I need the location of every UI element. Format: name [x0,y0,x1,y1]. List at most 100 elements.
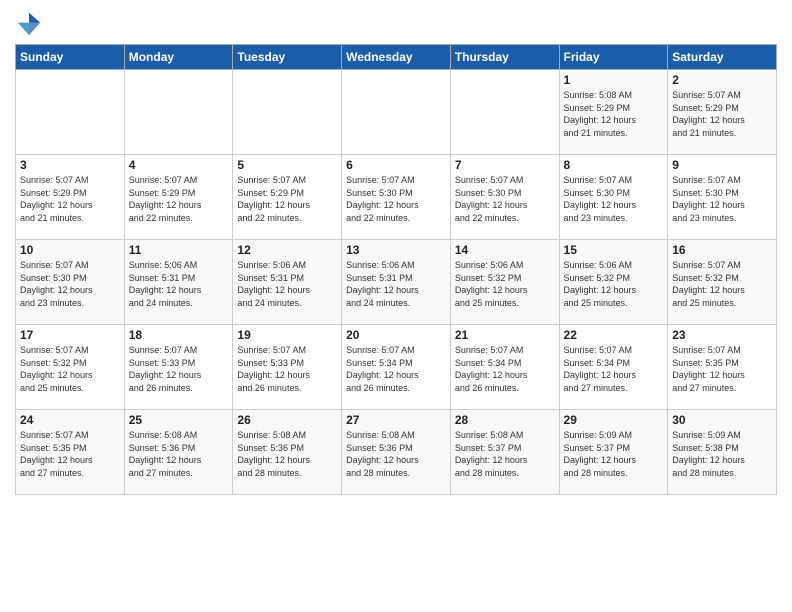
day-number: 4 [129,158,229,172]
day-info: Sunrise: 5:08 AM Sunset: 5:29 PM Dayligh… [564,89,664,139]
week-row-5: 24 Sunrise: 5:07 AM Sunset: 5:35 PM Dayli… [16,410,777,495]
day-cell: 27Sunrise: 5:08 AM Sunset: 5:36 PM Dayli… [342,410,451,495]
day-number: 13 [346,243,446,257]
logo [15,10,47,38]
week-row-1: 1Sunrise: 5:08 AM Sunset: 5:29 PM Daylig… [16,70,777,155]
day-number: 28 [455,413,555,427]
day-info: Sunrise: 5:08 AM Sunset: 5:36 PM Dayligh… [129,429,229,479]
day-number: 11 [129,243,229,257]
day-info: Sunrise: 5:07 AM Sunset: 5:35 PM Dayligh… [672,344,772,394]
day-number: 5 [237,158,337,172]
day-cell: 24 Sunrise: 5:07 AM Sunset: 5:35 PM Dayli… [16,410,125,495]
day-cell: 12 Sunrise: 5:06 AM Sunset: 5:31 PM Dayli… [233,240,342,325]
day-cell: 17 Sunrise: 5:07 AM Sunset: 5:32 PM Dayli… [16,325,125,410]
header [15,10,777,38]
day-number: 25 [129,413,229,427]
day-info: Sunrise: 5:07 AM Sunset: 5:33 PM Dayligh… [129,344,229,394]
day-cell: 16 Sunrise: 5:07 AM Sunset: 5:32 PM Dayli… [668,240,777,325]
day-cell: 7 Sunrise: 5:07 AM Sunset: 5:30 PM Daylig… [450,155,559,240]
day-number: 26 [237,413,337,427]
day-cell [450,70,559,155]
day-info: Sunrise: 5:06 AM Sunset: 5:32 PM Dayligh… [564,259,664,309]
day-info: Sunrise: 5:07 AM Sunset: 5:29 PM Dayligh… [237,174,337,224]
day-info: Sunrise: 5:07 AM Sunset: 5:34 PM Dayligh… [564,344,664,394]
day-cell [233,70,342,155]
day-number: 23 [672,328,772,342]
day-cell: 25 Sunrise: 5:08 AM Sunset: 5:36 PM Dayli… [124,410,233,495]
day-number: 7 [455,158,555,172]
day-cell: 20Sunrise: 5:07 AM Sunset: 5:34 PM Dayli… [342,325,451,410]
day-info: Sunrise: 5:07 AM Sunset: 5:29 PM Dayligh… [672,89,772,139]
day-cell: 13 Sunrise: 5:06 AM Sunset: 5:31 PM Dayli… [342,240,451,325]
day-number: 3 [20,158,120,172]
weekday-header-friday: Friday [559,45,668,70]
day-info: Sunrise: 5:08 AM Sunset: 5:36 PM Dayligh… [346,429,446,479]
day-cell [16,70,125,155]
day-cell: 3Sunrise: 5:07 AM Sunset: 5:29 PM Daylig… [16,155,125,240]
day-number: 29 [564,413,664,427]
weekday-header-tuesday: Tuesday [233,45,342,70]
day-cell: 26 Sunrise: 5:08 AM Sunset: 5:36 PM Dayli… [233,410,342,495]
day-cell: 8 Sunrise: 5:07 AM Sunset: 5:30 PM Daylig… [559,155,668,240]
day-cell: 5 Sunrise: 5:07 AM Sunset: 5:29 PM Daylig… [233,155,342,240]
day-cell [342,70,451,155]
day-info: Sunrise: 5:07 AM Sunset: 5:32 PM Dayligh… [20,344,120,394]
day-info: Sunrise: 5:07 AM Sunset: 5:32 PM Dayligh… [672,259,772,309]
day-number: 18 [129,328,229,342]
weekday-header-thursday: Thursday [450,45,559,70]
day-number: 8 [564,158,664,172]
week-row-3: 10 Sunrise: 5:07 AM Sunset: 5:30 PM Dayli… [16,240,777,325]
day-info: Sunrise: 5:08 AM Sunset: 5:36 PM Dayligh… [237,429,337,479]
day-number: 17 [20,328,120,342]
day-info: Sunrise: 5:07 AM Sunset: 5:34 PM Dayligh… [455,344,555,394]
day-number: 12 [237,243,337,257]
weekday-header-sunday: Sunday [16,45,125,70]
day-cell: 15Sunrise: 5:06 AM Sunset: 5:32 PM Dayli… [559,240,668,325]
day-cell: 9 Sunrise: 5:07 AM Sunset: 5:30 PM Daylig… [668,155,777,240]
day-info: Sunrise: 5:06 AM Sunset: 5:31 PM Dayligh… [237,259,337,309]
day-number: 19 [237,328,337,342]
day-number: 16 [672,243,772,257]
day-number: 6 [346,158,446,172]
weekday-header-wednesday: Wednesday [342,45,451,70]
day-info: Sunrise: 5:07 AM Sunset: 5:30 PM Dayligh… [672,174,772,224]
day-cell: 14Sunrise: 5:06 AM Sunset: 5:32 PM Dayli… [450,240,559,325]
day-cell: 11Sunrise: 5:06 AM Sunset: 5:31 PM Dayli… [124,240,233,325]
day-info: Sunrise: 5:09 AM Sunset: 5:37 PM Dayligh… [564,429,664,479]
day-cell: 18 Sunrise: 5:07 AM Sunset: 5:33 PM Dayli… [124,325,233,410]
day-cell: 28 Sunrise: 5:08 AM Sunset: 5:37 PM Dayli… [450,410,559,495]
logo-icon [15,10,43,38]
day-info: Sunrise: 5:09 AM Sunset: 5:38 PM Dayligh… [672,429,772,479]
day-info: Sunrise: 5:07 AM Sunset: 5:35 PM Dayligh… [20,429,120,479]
day-cell: 2 Sunrise: 5:07 AM Sunset: 5:29 PM Daylig… [668,70,777,155]
day-cell: 19 Sunrise: 5:07 AM Sunset: 5:33 PM Dayli… [233,325,342,410]
day-number: 10 [20,243,120,257]
day-number: 2 [672,73,772,87]
day-cell: 4Sunrise: 5:07 AM Sunset: 5:29 PM Daylig… [124,155,233,240]
day-number: 24 [20,413,120,427]
day-cell: 22Sunrise: 5:07 AM Sunset: 5:34 PM Dayli… [559,325,668,410]
day-cell [124,70,233,155]
day-number: 21 [455,328,555,342]
day-info: Sunrise: 5:07 AM Sunset: 5:30 PM Dayligh… [564,174,664,224]
day-cell: 21 Sunrise: 5:07 AM Sunset: 5:34 PM Dayli… [450,325,559,410]
day-info: Sunrise: 5:06 AM Sunset: 5:31 PM Dayligh… [346,259,446,309]
day-info: Sunrise: 5:07 AM Sunset: 5:30 PM Dayligh… [346,174,446,224]
day-cell: 30 Sunrise: 5:09 AM Sunset: 5:38 PM Dayli… [668,410,777,495]
weekday-header-monday: Monday [124,45,233,70]
day-info: Sunrise: 5:06 AM Sunset: 5:32 PM Dayligh… [455,259,555,309]
day-number: 30 [672,413,772,427]
day-info: Sunrise: 5:07 AM Sunset: 5:30 PM Dayligh… [455,174,555,224]
day-info: Sunrise: 5:07 AM Sunset: 5:34 PM Dayligh… [346,344,446,394]
day-cell: 1Sunrise: 5:08 AM Sunset: 5:29 PM Daylig… [559,70,668,155]
day-info: Sunrise: 5:07 AM Sunset: 5:30 PM Dayligh… [20,259,120,309]
day-info: Sunrise: 5:08 AM Sunset: 5:37 PM Dayligh… [455,429,555,479]
day-cell: 10 Sunrise: 5:07 AM Sunset: 5:30 PM Dayli… [16,240,125,325]
weekday-header-saturday: Saturday [668,45,777,70]
day-cell: 29 Sunrise: 5:09 AM Sunset: 5:37 PM Dayli… [559,410,668,495]
day-info: Sunrise: 5:07 AM Sunset: 5:33 PM Dayligh… [237,344,337,394]
day-cell: 6 Sunrise: 5:07 AM Sunset: 5:30 PM Daylig… [342,155,451,240]
day-cell: 23 Sunrise: 5:07 AM Sunset: 5:35 PM Dayli… [668,325,777,410]
calendar: SundayMondayTuesdayWednesdayThursdayFrid… [15,44,777,495]
day-number: 9 [672,158,772,172]
